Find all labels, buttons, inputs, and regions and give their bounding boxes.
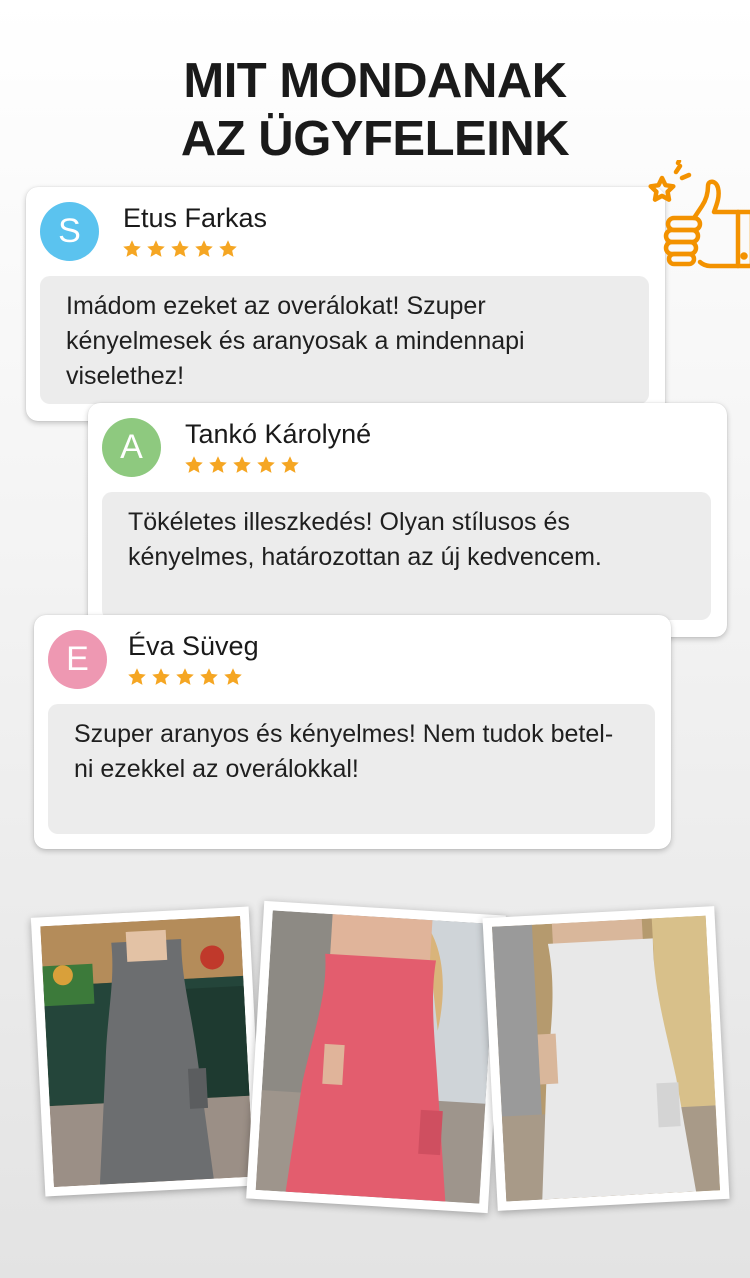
star-icon (152, 668, 170, 685)
review-card-3: E Éva Süveg Szuper aranyos és kényelmes!… (34, 615, 671, 849)
product-photo-pink[interactable] (246, 900, 506, 1214)
avatar-initial: S (58, 212, 81, 250)
star-icon (233, 456, 251, 473)
avatar: A (102, 418, 161, 477)
star-rating (122, 239, 238, 259)
page-title: MIT MONDANAK AZ ÜGYFELEINK (0, 52, 750, 168)
star-icon (209, 456, 227, 473)
star-icon (200, 668, 218, 685)
star-rating (184, 455, 300, 475)
star-icon (195, 240, 213, 257)
thumbs-up-star-icon (648, 160, 750, 269)
star-icon (128, 668, 146, 685)
review-text: Imádom ezeket az overálokat! Szuper kény… (40, 276, 649, 404)
grey-jumpsuit-photo (40, 915, 254, 1188)
star-icon (147, 240, 165, 257)
pink-jumpsuit-photo (255, 910, 497, 1204)
avatar: S (40, 202, 99, 261)
star-icon (281, 456, 299, 473)
review-card-2: A Tankó Károlyné Tökéletes illeszkedés! … (88, 403, 727, 637)
star-icon (185, 456, 203, 473)
reviewer-name: Etus Farkas (123, 203, 268, 233)
reviewer-name: Éva Süveg (128, 631, 259, 661)
product-photo-grey[interactable] (30, 906, 264, 1197)
star-rating (127, 667, 243, 687)
reviewer-name: Tankó Károlyné (185, 419, 372, 449)
star-icon (257, 456, 275, 473)
star-icon (176, 668, 194, 685)
review-text: Tökéletes illeszkedés! Olyan stílusos és… (102, 492, 711, 620)
avatar-initial: A (120, 428, 143, 466)
star-icon (171, 240, 189, 257)
avatar-initial: E (66, 640, 89, 678)
white-jumpsuit-photo (491, 915, 721, 1202)
star-icon (123, 240, 141, 257)
review-text: Szuper aranyos és kényelmes! Nem tudok b… (48, 704, 655, 834)
title-line-1: MIT MONDANAK (183, 54, 567, 108)
star-icon (219, 240, 237, 257)
product-photo-white[interactable] (482, 906, 730, 1211)
title-line-2: AZ ÜGYFELEINK (180, 112, 570, 166)
star-icon (224, 668, 242, 685)
review-card-1: S Etus Farkas Imádom ezeket az overáloka… (26, 187, 665, 421)
avatar: E (48, 630, 107, 689)
